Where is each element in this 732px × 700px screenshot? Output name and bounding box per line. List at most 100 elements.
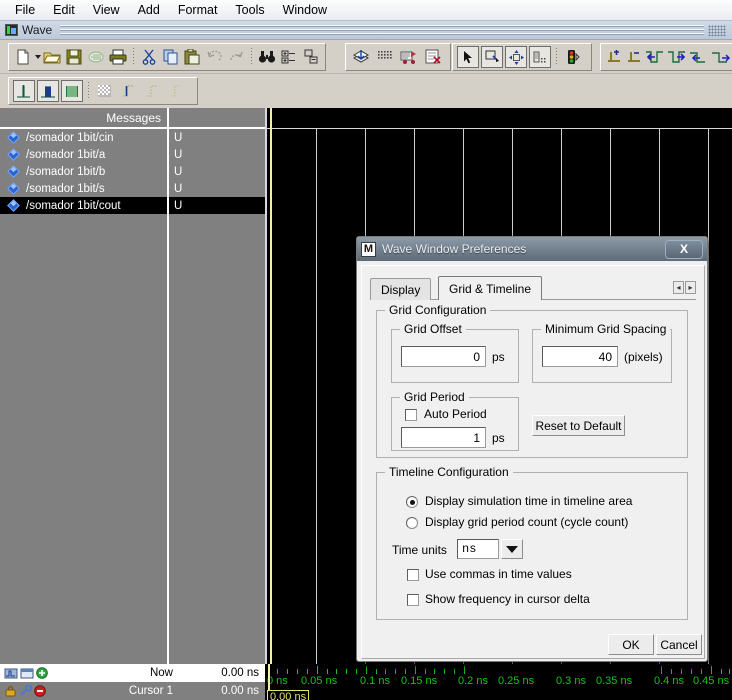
rising-edge-marker-icon[interactable]	[118, 80, 140, 102]
reload-icon[interactable]	[86, 46, 106, 68]
minimum-grid-spacing-unit: (pixels)	[624, 350, 663, 364]
save-icon[interactable]	[64, 46, 84, 68]
select-mode-arrow-icon[interactable]	[457, 46, 479, 68]
grid-period-unit: ps	[492, 431, 505, 445]
chevron-down-icon[interactable]	[501, 539, 523, 559]
menu-item-tools[interactable]: Tools	[226, 1, 273, 19]
dialog-body: Display Grid & Timeline ◂ ▸ Grid Configu…	[361, 265, 705, 659]
timeline-ruler[interactable]: 0 ns 0.05 ns 0.1 ns 0.15 ns 0.2 ns 0.25 …	[265, 664, 732, 700]
cursor-value: 0.00 ns	[221, 685, 259, 697]
timeline-label: 0.35 ns	[596, 675, 633, 687]
status-and-timeline-bar: Now 0.00 ns Cursor 1 0.00 ns 0 ns 0.05 n…	[0, 664, 732, 700]
edit-mode-icon[interactable]	[529, 46, 551, 68]
tab-scroll-arrows: ◂ ▸	[673, 281, 696, 294]
radio-display-simulation-time[interactable]	[406, 496, 418, 508]
value-row-cout: U	[169, 197, 267, 214]
grid-pattern-icon[interactable]	[374, 46, 396, 68]
new-file-icon[interactable]	[13, 46, 33, 68]
next-falling-edge-icon[interactable]	[711, 46, 731, 68]
expand-all-icon[interactable]	[279, 46, 299, 68]
next-transition-icon[interactable]	[667, 46, 687, 68]
signal-row-cin[interactable]: /somador 1bit/cin	[0, 129, 167, 146]
pan-mode-icon[interactable]	[505, 46, 527, 68]
cancel-button[interactable]: Cancel	[656, 634, 702, 655]
cursor-status-row: Cursor 1 0.00 ns	[0, 682, 265, 700]
timeline-label: 0.4 ns	[654, 675, 684, 687]
bus-waveform-icon[interactable]	[61, 80, 83, 102]
grid-period-input[interactable]: 1	[401, 427, 486, 448]
ok-button[interactable]: OK	[608, 634, 654, 655]
tab-scroll-left-icon[interactable]: ◂	[673, 281, 684, 294]
dialog-tabs: Display Grid & Timeline ◂ ▸	[370, 276, 696, 300]
find-binoculars-icon[interactable]	[257, 46, 277, 68]
signal-row-s[interactable]: /somador 1bit/s	[0, 180, 167, 197]
lock-icon	[5, 685, 16, 697]
clear-waves-icon[interactable]	[422, 46, 444, 68]
time-units-label: Time units	[392, 543, 447, 557]
wave-pane-titlebar[interactable]: Wave	[0, 21, 732, 40]
now-value: 0.00 ns	[221, 667, 259, 679]
wave-window-preferences-dialog: M Wave Window Preferences X Display Grid…	[356, 236, 708, 662]
undo-icon[interactable]	[204, 46, 224, 68]
open-folder-icon[interactable]	[42, 46, 62, 68]
grid-offset-input[interactable]: 0	[401, 346, 486, 367]
signal-label: /somador 1bit/b	[26, 165, 106, 178]
copy-icon[interactable]	[161, 46, 181, 68]
minimum-grid-spacing-legend: Minimum Grid Spacing	[541, 322, 671, 336]
menu-item-add[interactable]: Add	[129, 1, 169, 19]
new-file-dropdown-icon[interactable]	[34, 55, 41, 59]
zoom-select-icon[interactable]	[481, 46, 503, 68]
signal-row-a[interactable]: /somador 1bit/a	[0, 146, 167, 163]
wave-cursor-line[interactable]	[270, 108, 272, 664]
show-frequency-checkbox[interactable]	[407, 594, 419, 606]
radio-display-grid-period-count[interactable]	[406, 517, 418, 529]
time-units-value[interactable]: ns	[457, 539, 499, 559]
tab-scroll-right-icon[interactable]: ▸	[685, 281, 696, 294]
menu-item-view[interactable]: View	[84, 1, 129, 19]
use-commas-label: Use commas in time values	[425, 567, 572, 581]
wave-tool-icon	[4, 668, 18, 678]
prev-transition-icon[interactable]	[645, 46, 665, 68]
menu-item-edit[interactable]: Edit	[44, 1, 84, 19]
toolbar-group-wave-tools	[345, 43, 451, 71]
step-waveform-icon[interactable]	[142, 80, 164, 102]
grid-period-group: Grid Period Auto Period 1 ps	[391, 390, 519, 451]
close-icon[interactable]: X	[665, 239, 703, 259]
dataflow-icon[interactable]	[350, 46, 372, 68]
signal-row-cout[interactable]: /somador 1bit/cout	[0, 197, 167, 214]
timeline-label: 0 ns	[267, 675, 288, 687]
wave-pane-title: Wave	[22, 23, 53, 37]
minimum-grid-spacing-input[interactable]: 40	[542, 346, 618, 367]
pulse-train-icon[interactable]	[37, 80, 59, 102]
reset-to-default-button[interactable]: Reset to Default	[532, 415, 625, 436]
delete-cursor-icon[interactable]	[625, 46, 643, 68]
use-commas-checkbox[interactable]	[407, 569, 419, 581]
cursor-row-icons	[0, 683, 50, 699]
print-icon[interactable]	[108, 46, 128, 68]
menu-item-window[interactable]: Window	[274, 1, 336, 19]
toolbar-separator	[132, 48, 134, 66]
step-waveform-alt-icon[interactable]	[166, 80, 188, 102]
traffic-light-icon[interactable]	[562, 46, 584, 68]
menu-item-file[interactable]: File	[6, 1, 44, 19]
paste-icon[interactable]	[182, 46, 202, 68]
cut-icon[interactable]	[139, 46, 159, 68]
signal-row-b[interactable]: /somador 1bit/b	[0, 163, 167, 180]
show-frequency-label: Show frequency in cursor delta	[425, 592, 590, 606]
wave-compare-icon[interactable]	[398, 46, 420, 68]
signal-diamond-icon	[7, 131, 20, 144]
time-units-select[interactable]: ns	[457, 539, 523, 559]
dither-pattern-icon[interactable]	[94, 80, 116, 102]
redo-icon[interactable]	[226, 46, 246, 68]
tab-grid-and-timeline[interactable]: Grid & Timeline	[438, 276, 543, 300]
single-pulse-icon[interactable]	[13, 80, 35, 102]
auto-period-checkbox[interactable]	[405, 409, 417, 421]
prev-falling-edge-icon[interactable]	[689, 46, 709, 68]
titlebar-dots-icon	[708, 24, 726, 36]
dialog-titlebar[interactable]: M Wave Window Preferences X	[357, 237, 707, 261]
collapse-all-icon[interactable]	[301, 46, 321, 68]
insert-cursor-icon[interactable]	[605, 46, 623, 68]
toolbar-separator	[251, 48, 253, 66]
menu-item-format[interactable]: Format	[169, 1, 227, 19]
tab-display[interactable]: Display	[370, 278, 432, 300]
